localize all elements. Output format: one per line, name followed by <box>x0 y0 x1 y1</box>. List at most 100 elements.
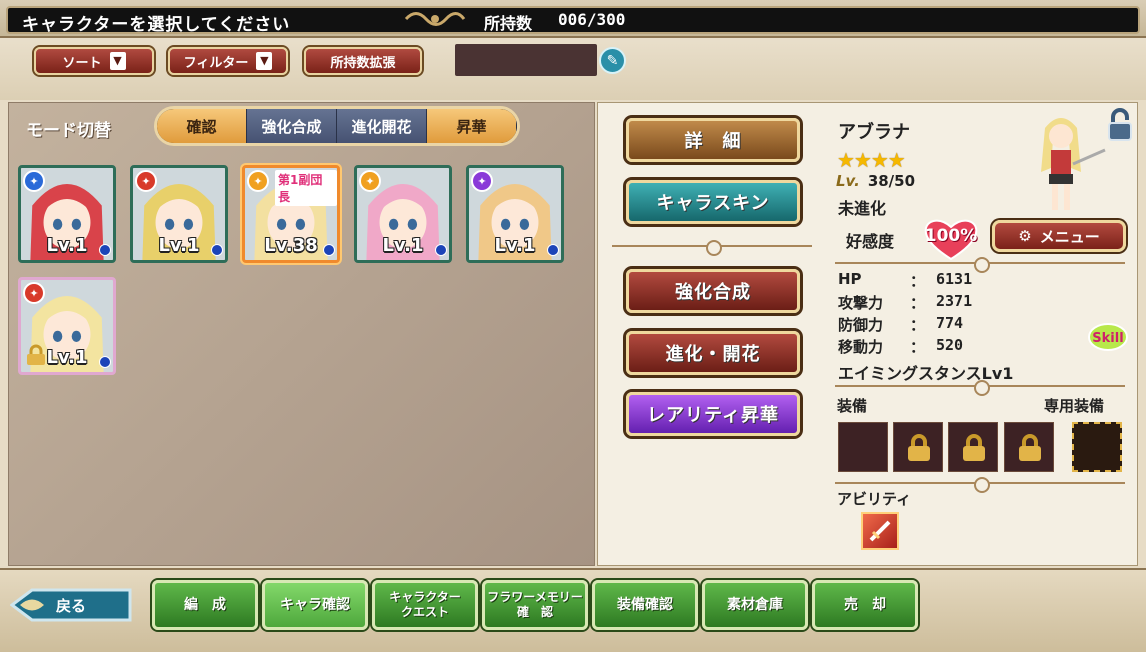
stat-label: HP <box>838 270 862 288</box>
rarity-dot <box>211 244 223 256</box>
chevron-down-icon: ▼ <box>256 52 273 70</box>
lock-icon <box>963 434 985 461</box>
rarity-dot <box>99 244 111 256</box>
stat-hp: HP ： 6131 <box>838 270 972 290</box>
lock-icon <box>908 434 930 461</box>
character-card[interactable]: ✦ Lv.1 <box>18 165 116 263</box>
mode-tabs: 確認 強化合成 進化開花 昇華 <box>154 106 520 146</box>
skill-name: エイミングスタンスLv1 <box>838 364 1014 383</box>
level-mark: Lv. <box>836 172 860 190</box>
equipment-slot-locked[interactable] <box>948 422 998 472</box>
lock-icon[interactable] <box>1106 108 1134 142</box>
chara-skin-button[interactable]: キャラスキン <box>626 180 800 224</box>
filter-label: フィルター <box>183 55 249 71</box>
page-title: キャラクターを選択してください <box>22 15 291 35</box>
stat-value: 6131 <box>936 270 973 288</box>
stat-value: 2371 <box>936 292 973 310</box>
nav-sell[interactable]: 売 却 <box>812 580 918 630</box>
nav-flower-memory[interactable]: フラワーメモリー 確 認 <box>482 580 588 630</box>
sort-button[interactable]: ソート ▼ <box>34 47 154 75</box>
menu-label: メニュー <box>1039 227 1100 246</box>
pencil-icon[interactable]: ✎ <box>599 47 626 74</box>
equipment-slot-locked[interactable] <box>1004 422 1054 472</box>
element-icon: ✦ <box>23 282 45 304</box>
stat-colon: ： <box>910 316 926 334</box>
menu-button[interactable]: ⚙ メニュー <box>992 220 1126 252</box>
stat-colon: ： <box>910 294 926 312</box>
character-card[interactable]: ✦ Lv.1 <box>130 165 228 263</box>
lock-icon <box>1019 434 1041 461</box>
rarity-dot <box>547 244 559 256</box>
stat-defense: 防御力 ： 774 <box>838 314 963 335</box>
chevron-down-icon: ▼ <box>109 52 126 70</box>
stat-label: 防御力 <box>838 316 884 334</box>
skill-badge-text: Skill <box>1092 331 1123 346</box>
tab-evolve[interactable]: 進化開花 <box>337 109 427 143</box>
evolution-status: 未進化 <box>838 199 887 218</box>
affection-value: 100% <box>924 226 978 246</box>
element-icon: ✦ <box>247 170 269 192</box>
detail-button[interactable]: 詳 細 <box>626 118 800 162</box>
character-card[interactable]: ✦ Lv.1 <box>466 165 564 263</box>
equipment-slot-locked[interactable] <box>893 422 943 472</box>
divider <box>835 477 1125 493</box>
divider <box>835 257 1125 273</box>
stat-value: 774 <box>936 314 964 332</box>
tab-enhance[interactable]: 強化合成 <box>247 109 337 143</box>
divider <box>612 240 812 256</box>
rarity-dot <box>435 244 447 256</box>
stat-colon: ： <box>910 272 926 290</box>
stat-label: 攻撃力 <box>838 294 884 312</box>
tab-confirm[interactable]: 確認 <box>157 109 247 143</box>
evolve-button[interactable]: 進化・開花 <box>626 331 800 375</box>
tab-sublimate[interactable]: 昇華 <box>427 109 517 143</box>
gear-icon: ⚙ <box>1018 227 1032 245</box>
nav-chara-confirm[interactable]: キャラ確認 <box>262 580 368 630</box>
rarity-dot <box>323 244 335 256</box>
character-card[interactable]: ✦ 第1副団長 Lv.38 <box>242 165 340 263</box>
filter-button[interactable]: フィルター ▼ <box>168 47 288 75</box>
enhance-button[interactable]: 強化合成 <box>626 269 800 313</box>
rarity-dot <box>99 356 111 368</box>
equipment-label: 装備 <box>837 397 868 415</box>
stat-attack: 攻撃力 ： 2371 <box>838 292 972 313</box>
back-label: 戻る <box>56 597 87 615</box>
expand-capacity-button[interactable]: 所持数拡張 <box>304 47 422 75</box>
affection-label: 好感度 <box>846 232 895 251</box>
rarity-up-button[interactable]: レアリティ昇華 <box>626 392 800 436</box>
stat-movement: 移動力 ： 520 <box>838 336 963 357</box>
owned-count-value: 006/300 <box>558 10 626 29</box>
nav-character-quest[interactable]: キャラクター クエスト <box>372 580 478 630</box>
element-icon: ✦ <box>23 170 45 192</box>
nav-equipment[interactable]: 装備確認 <box>592 580 698 630</box>
stat-value: 520 <box>936 336 964 354</box>
expand-capacity-label: 所持数拡張 <box>330 55 396 71</box>
character-card[interactable]: ✦ Lv.1 <box>354 165 452 263</box>
owned-count-label: 所持数 <box>484 14 533 33</box>
game-screen: キャラクターを選択してください 所持数 006/300 ソート ▼ フィルター … <box>0 0 1146 652</box>
divider <box>835 380 1125 396</box>
element-icon: ✦ <box>471 170 493 192</box>
exclusive-equipment-label: 専用装備 <box>1044 397 1105 415</box>
ability-label: アビリティ <box>837 490 912 508</box>
level-value: 38/50 <box>867 172 916 190</box>
name-search-box[interactable] <box>455 44 597 76</box>
nav-material-storage[interactable]: 素材倉庫 <box>702 580 808 630</box>
nav-formation[interactable]: 編 成 <box>152 580 258 630</box>
skill-icon[interactable]: Skill <box>1088 323 1128 351</box>
title-badge: 第1副団長 <box>275 170 337 206</box>
element-icon: ✦ <box>359 170 381 192</box>
mode-switch-label: モード切替 <box>26 121 111 141</box>
stat-label: 移動力 <box>838 338 884 356</box>
star-rating: ★★★★ <box>837 148 906 172</box>
character-card[interactable]: ✦ Lv.1 <box>18 277 116 375</box>
ornament-icon <box>404 12 466 26</box>
sort-label: ソート <box>62 55 102 71</box>
equipment-slot-empty[interactable] <box>838 422 888 472</box>
element-icon: ✦ <box>135 170 157 192</box>
level-display: Lv. 38/50 <box>836 172 915 190</box>
sword-icon[interactable] <box>861 512 899 550</box>
character-sprite <box>1041 118 1106 210</box>
exclusive-equipment-slot[interactable] <box>1072 422 1122 472</box>
stat-colon: ： <box>910 338 926 356</box>
